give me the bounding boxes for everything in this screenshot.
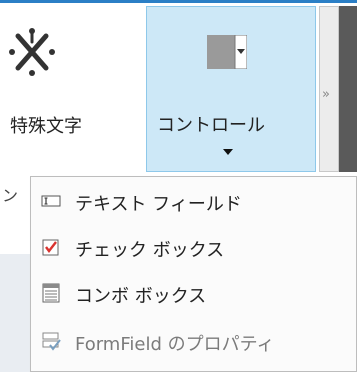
- dropdown-control-icon: [207, 35, 247, 69]
- menu-item-label: コンボ ボックス: [75, 286, 207, 307]
- menu-item-label: チェック ボックス: [75, 240, 225, 261]
- checkbox-icon: [42, 239, 59, 256]
- menu-item-label: FormField のプロパティ: [75, 334, 275, 355]
- control-label: コントロール: [157, 115, 265, 136]
- ribbon-top-line: [0, 0, 357, 3]
- background-content: ン: [0, 176, 30, 372]
- double-chevron-right-icon: »: [322, 87, 330, 102]
- asterisk-icon: [9, 28, 55, 76]
- menu-item-text-field[interactable]: テキスト フィールド: [31, 181, 356, 225]
- special-characters-label: 特殊文字: [10, 116, 82, 137]
- menu-item-formfield-properties[interactable]: FormField のプロパティ: [31, 321, 356, 365]
- background-band: [0, 254, 30, 372]
- control-dropdown-menu: テキスト フィールド チェック ボックス コンボ ボックス FormField …: [30, 176, 357, 372]
- combo-box-icon: [42, 283, 60, 303]
- chevron-down-icon: [223, 149, 233, 155]
- ribbon: 特殊文字 コントロール »: [0, 0, 357, 176]
- text-field-icon: [41, 195, 61, 207]
- partial-text: ン: [2, 186, 19, 205]
- ribbon-scroll-right-button[interactable]: »: [319, 6, 339, 172]
- menu-item-label: テキスト フィールド: [75, 194, 242, 215]
- side-panel-edge: [339, 6, 357, 172]
- menu-item-combo-box[interactable]: コンボ ボックス: [31, 273, 356, 317]
- menu-item-check-box[interactable]: チェック ボックス: [31, 227, 356, 271]
- control-button[interactable]: コントロール: [146, 6, 316, 172]
- special-characters-button[interactable]: 特殊文字: [0, 6, 145, 172]
- formfield-properties-icon: [42, 332, 61, 351]
